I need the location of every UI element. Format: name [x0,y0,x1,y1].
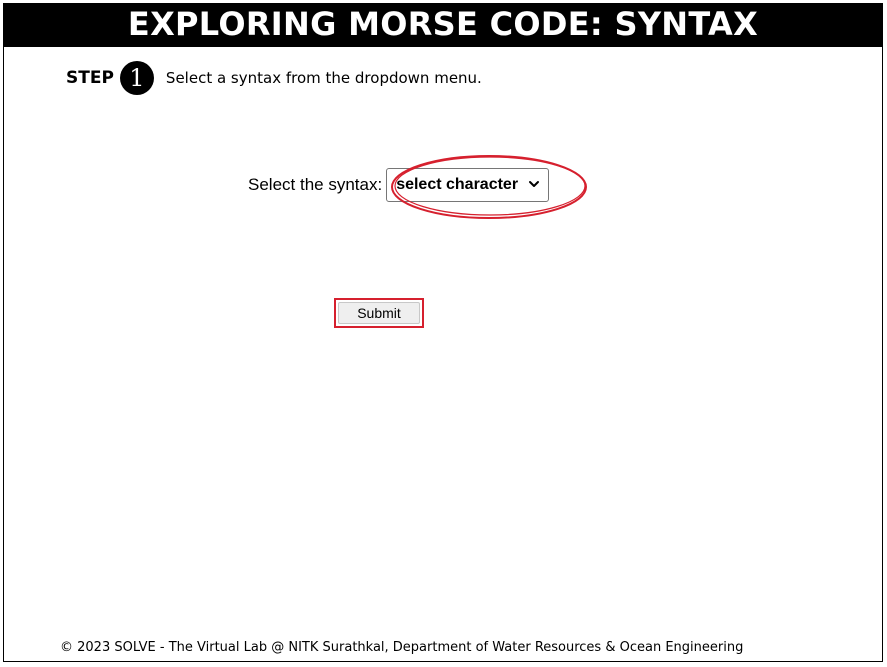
syntax-dropdown-value: select character [396,176,519,193]
submit-highlight: Submit [334,298,424,328]
step-text: Select a syntax from the dropdown menu. [165,69,482,87]
footer-copyright: © 2023 SOLVE - The Virtual Lab @ NITK Su… [60,640,744,655]
syntax-select-row: Select the syntax: select character [248,167,550,203]
circled-number-icon: 1 [119,61,154,95]
syntax-select-label: Select the syntax: [248,175,383,194]
chevron-down-icon [529,181,540,187]
submit-button[interactable]: Submit [338,302,420,324]
syntax-dropdown[interactable]: select character [386,168,550,202]
page-title: EXPLORING MORSE CODE: SYNTAX [4,4,882,47]
step-label: STEP [66,68,114,88]
step-instruction: STEP 1 Select a syntax from the dropdown… [66,61,482,95]
page-frame: EXPLORING MORSE CODE: SYNTAX STEP 1 Sele… [3,3,883,662]
